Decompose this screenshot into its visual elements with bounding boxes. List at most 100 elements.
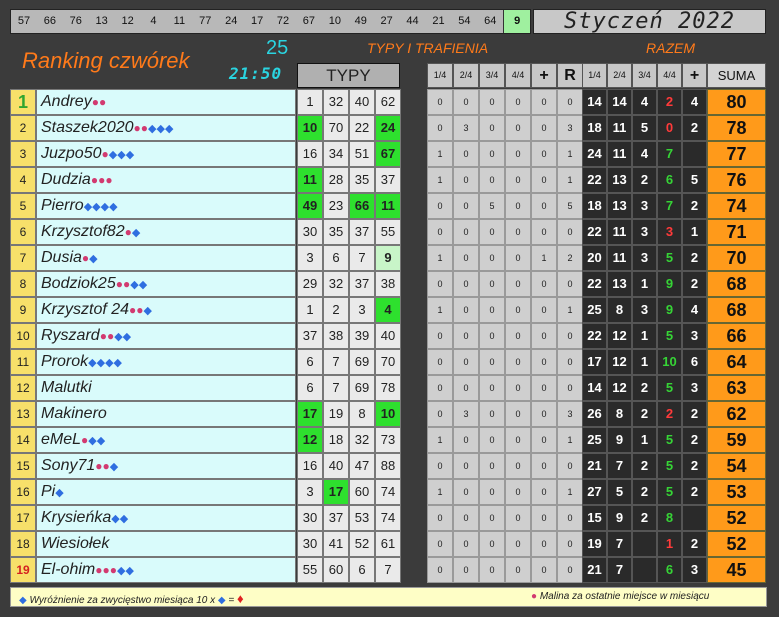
razem-cell: 24	[582, 141, 607, 167]
razem-cell: 1	[632, 349, 657, 375]
table-row: 4 Dudzia●●● 11 28 35 37 1 0 0 0 0 1 22 13 2 6 5 76	[10, 167, 767, 193]
razem-cell: 1	[632, 323, 657, 349]
stat-cell: 0	[531, 349, 557, 375]
stat-cell: 0	[453, 323, 479, 349]
player-name-cell: Prorok◆◆◆◆	[36, 349, 296, 375]
stat-cell: 0	[479, 219, 505, 245]
suma-cell: 78	[707, 115, 766, 141]
suma-cell: 64	[707, 349, 766, 375]
razem-cell: 4	[682, 297, 707, 323]
table-row: 14 eMeL●◆◆ 12 18 32 73 1 0 0 0 0 1 25 9 1 5 2 59	[10, 427, 767, 453]
razem-col-header: 3/4	[632, 63, 657, 88]
diamond-icon: ◆	[111, 513, 120, 525]
player-name: Bodziok25	[41, 275, 116, 292]
player-name-cell: Makinero	[36, 401, 296, 427]
razem-cell: 3	[632, 193, 657, 219]
stat-cell: 0	[505, 427, 531, 453]
stat-cell: 0	[505, 349, 531, 375]
razem-cell: 2	[632, 375, 657, 401]
razem-cell: 8	[607, 401, 632, 427]
typ-cell: 32	[323, 271, 349, 297]
raspberry-icon: ●	[102, 563, 110, 577]
razem-cell: 18	[582, 115, 607, 141]
razem-cell: 1	[632, 271, 657, 297]
drawn-number: 66	[43, 15, 56, 27]
stat-cell: 0	[453, 479, 479, 505]
suma-cell: 77	[707, 141, 766, 167]
typ-cell: 74	[375, 505, 401, 531]
legend-equals: =	[228, 595, 235, 606]
stats-col-header: 1/4	[427, 63, 453, 88]
stat-cell: 0	[453, 89, 479, 115]
rank-cell: 19	[10, 557, 36, 583]
diamond-icon: ◆	[156, 123, 165, 135]
rank-cell: 4	[10, 167, 36, 193]
suma-cell: 59	[707, 427, 766, 453]
razem-cell: 7	[657, 141, 682, 167]
diamond-icon: ◆	[19, 595, 27, 606]
stat-cell: 0	[427, 323, 453, 349]
stat-cell: 0	[505, 297, 531, 323]
player-name-cell: Wiesiołek	[36, 531, 296, 557]
typ-cell: 49	[297, 193, 323, 219]
rank-cell: 12	[10, 375, 36, 401]
diamond-icon: ◆	[122, 331, 132, 343]
stat-cell: 0	[531, 219, 557, 245]
stat-cell: 0	[505, 505, 531, 531]
stat-cell: 0	[505, 531, 531, 557]
razem-cell: 5	[657, 375, 682, 401]
stat-cell: 0	[427, 271, 453, 297]
table-row: 13 Makinero 17 19 8 10 0 3 0 0 0 3 26 8 2 2 2 62	[10, 401, 767, 427]
typ-cell: 60	[349, 479, 375, 505]
razem-cell: 8	[657, 505, 682, 531]
suma-cell: 71	[707, 219, 766, 245]
rank-cell: 18	[10, 531, 36, 557]
typ-cell: 8	[349, 401, 375, 427]
drawn-number: 54	[458, 15, 471, 27]
stat-cell: 0	[479, 375, 505, 401]
razem-cell: 15	[582, 505, 607, 531]
table-row: 17 Krysieńka◆◆ 30 37 53 74 0 0 0 0 0 0 15 9 2 8 52	[10, 505, 767, 531]
typ-cell: 47	[349, 453, 375, 479]
typ-cell: 73	[375, 427, 401, 453]
razem-cell: 2	[682, 479, 707, 505]
razem-cell: 2	[682, 401, 707, 427]
drawn-number: 72	[276, 15, 290, 27]
drawn-number: 17	[250, 15, 264, 27]
razem-cell: 2	[632, 479, 657, 505]
drawn-number: 57	[17, 15, 31, 27]
razem-cell: 6	[682, 349, 707, 375]
typ-cell: 7	[323, 349, 349, 375]
suma-cell: 63	[707, 375, 766, 401]
razem-cell: 2	[632, 401, 657, 427]
stat-cell: 0	[453, 505, 479, 531]
player-name: Staszek2020	[41, 119, 134, 136]
table-row: 18 Wiesiołek 30 41 52 61 0 0 0 0 0 0 19 7 1 2 52	[10, 531, 767, 557]
typ-cell: 66	[349, 193, 375, 219]
typ-cell: 12	[297, 427, 323, 453]
stat-cell: 0	[453, 219, 479, 245]
stats-col-header: 3/4	[479, 63, 505, 88]
stat-cell: 0	[453, 297, 479, 323]
typ-cell: 40	[349, 89, 375, 115]
typ-cell: 10	[375, 401, 401, 427]
raspberry-icon: ●	[531, 591, 538, 602]
stat-cell: 0	[479, 505, 505, 531]
typ-cell: 30	[297, 219, 323, 245]
player-name-cell: Pi◆	[36, 479, 296, 505]
stat-cell: 0	[557, 557, 583, 583]
stat-cell: 0	[505, 89, 531, 115]
stats-col-header: 4/4	[505, 63, 531, 88]
stat-cell: 0	[479, 349, 505, 375]
stat-cell: 0	[505, 557, 531, 583]
table-row: 1 Andrey●● 1 32 40 62 0 0 0 0 0 0 14 14 4 2 4 80	[10, 89, 767, 115]
razem-cell: 18	[582, 193, 607, 219]
stat-cell: 0	[427, 219, 453, 245]
player-name-cell: Sony71●●◆	[36, 453, 296, 479]
player-name-cell: Malutki	[36, 375, 296, 401]
rank-cell: 5	[10, 193, 36, 219]
suma-cell: 53	[707, 479, 766, 505]
suma-cell: 62	[707, 401, 766, 427]
typ-cell: 6	[297, 375, 323, 401]
stat-cell: 0	[505, 219, 531, 245]
